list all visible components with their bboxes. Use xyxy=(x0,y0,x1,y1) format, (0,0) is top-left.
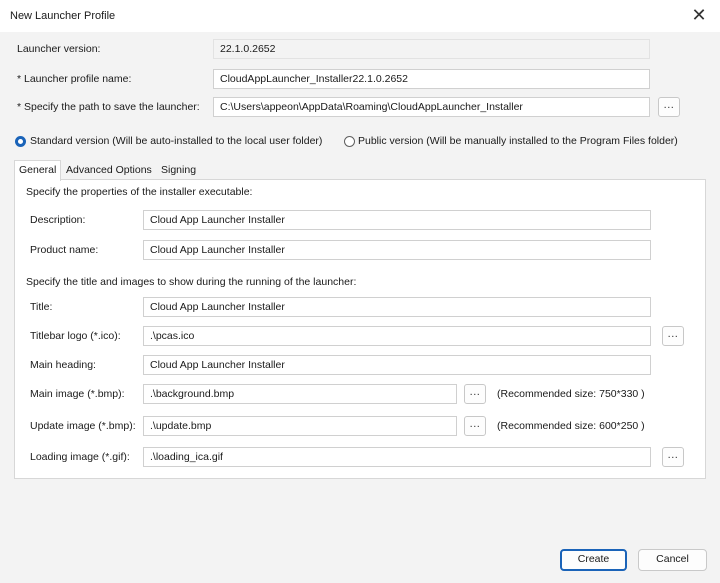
title-input[interactable]: Cloud App Launcher Installer xyxy=(143,297,651,317)
titlebar-logo-label: Titlebar logo (*.ico): xyxy=(30,330,121,342)
title-label: Title: xyxy=(30,301,53,313)
cancel-button[interactable]: Cancel xyxy=(638,549,707,571)
window-title: New Launcher Profile xyxy=(10,10,116,22)
main-image-browse-button[interactable]: ... xyxy=(464,384,486,404)
standard-version-radio[interactable] xyxy=(15,136,26,147)
save-path-browse-button[interactable]: ... xyxy=(658,97,680,117)
main-heading-label: Main heading: xyxy=(30,359,96,371)
product-name-label: Product name: xyxy=(30,244,99,256)
update-image-size-hint: (Recommended size: 600*250 ) xyxy=(497,420,645,432)
close-icon[interactable]: ✕ xyxy=(688,5,710,27)
standard-version-label[interactable]: Standard version (Will be auto-installed… xyxy=(30,135,322,147)
create-button[interactable]: Create xyxy=(560,549,627,571)
save-path-input[interactable]: C:\Users\appeon\AppData\Roaming\CloudApp… xyxy=(213,97,650,117)
images-heading: Specify the title and images to show dur… xyxy=(26,276,357,288)
profile-name-input[interactable]: CloudAppLauncher_Installer22.1.0.2652 xyxy=(213,69,650,89)
loading-image-browse-button[interactable]: ... xyxy=(662,447,684,467)
public-version-label[interactable]: Public version (Will be manually install… xyxy=(358,135,678,147)
tab-signing[interactable]: Signing xyxy=(157,161,200,180)
update-image-input[interactable]: .\update.bmp xyxy=(143,416,457,436)
profile-name-label: * Launcher profile name: xyxy=(17,73,132,85)
description-label: Description: xyxy=(30,214,86,226)
launcher-version-label: Launcher version: xyxy=(17,43,101,55)
description-input[interactable]: Cloud App Launcher Installer xyxy=(143,210,651,230)
save-path-label: * Specify the path to save the launcher: xyxy=(17,101,200,113)
launcher-version-field: 22.1.0.2652 xyxy=(213,39,650,59)
main-image-label: Main image (*.bmp): xyxy=(30,388,125,400)
tab-general[interactable]: General xyxy=(14,160,62,181)
titlebar-logo-browse-button[interactable]: ... xyxy=(662,326,684,346)
main-heading-input[interactable]: Cloud App Launcher Installer xyxy=(143,355,651,375)
loading-image-label: Loading image (*.gif): xyxy=(30,451,130,463)
loading-image-input[interactable]: .\loading_ica.gif xyxy=(143,447,651,467)
titlebar-logo-input[interactable]: .\pcas.ico xyxy=(143,326,651,346)
properties-heading: Specify the properties of the installer … xyxy=(26,186,253,198)
main-image-size-hint: (Recommended size: 750*330 ) xyxy=(497,388,645,400)
update-image-label: Update image (*.bmp): xyxy=(30,420,136,432)
main-image-input[interactable]: .\background.bmp xyxy=(143,384,457,404)
tab-advanced-options[interactable]: Advanced Options xyxy=(62,161,156,180)
update-image-browse-button[interactable]: ... xyxy=(464,416,486,436)
product-name-input[interactable]: Cloud App Launcher Installer xyxy=(143,240,651,260)
public-version-radio[interactable] xyxy=(344,136,355,147)
